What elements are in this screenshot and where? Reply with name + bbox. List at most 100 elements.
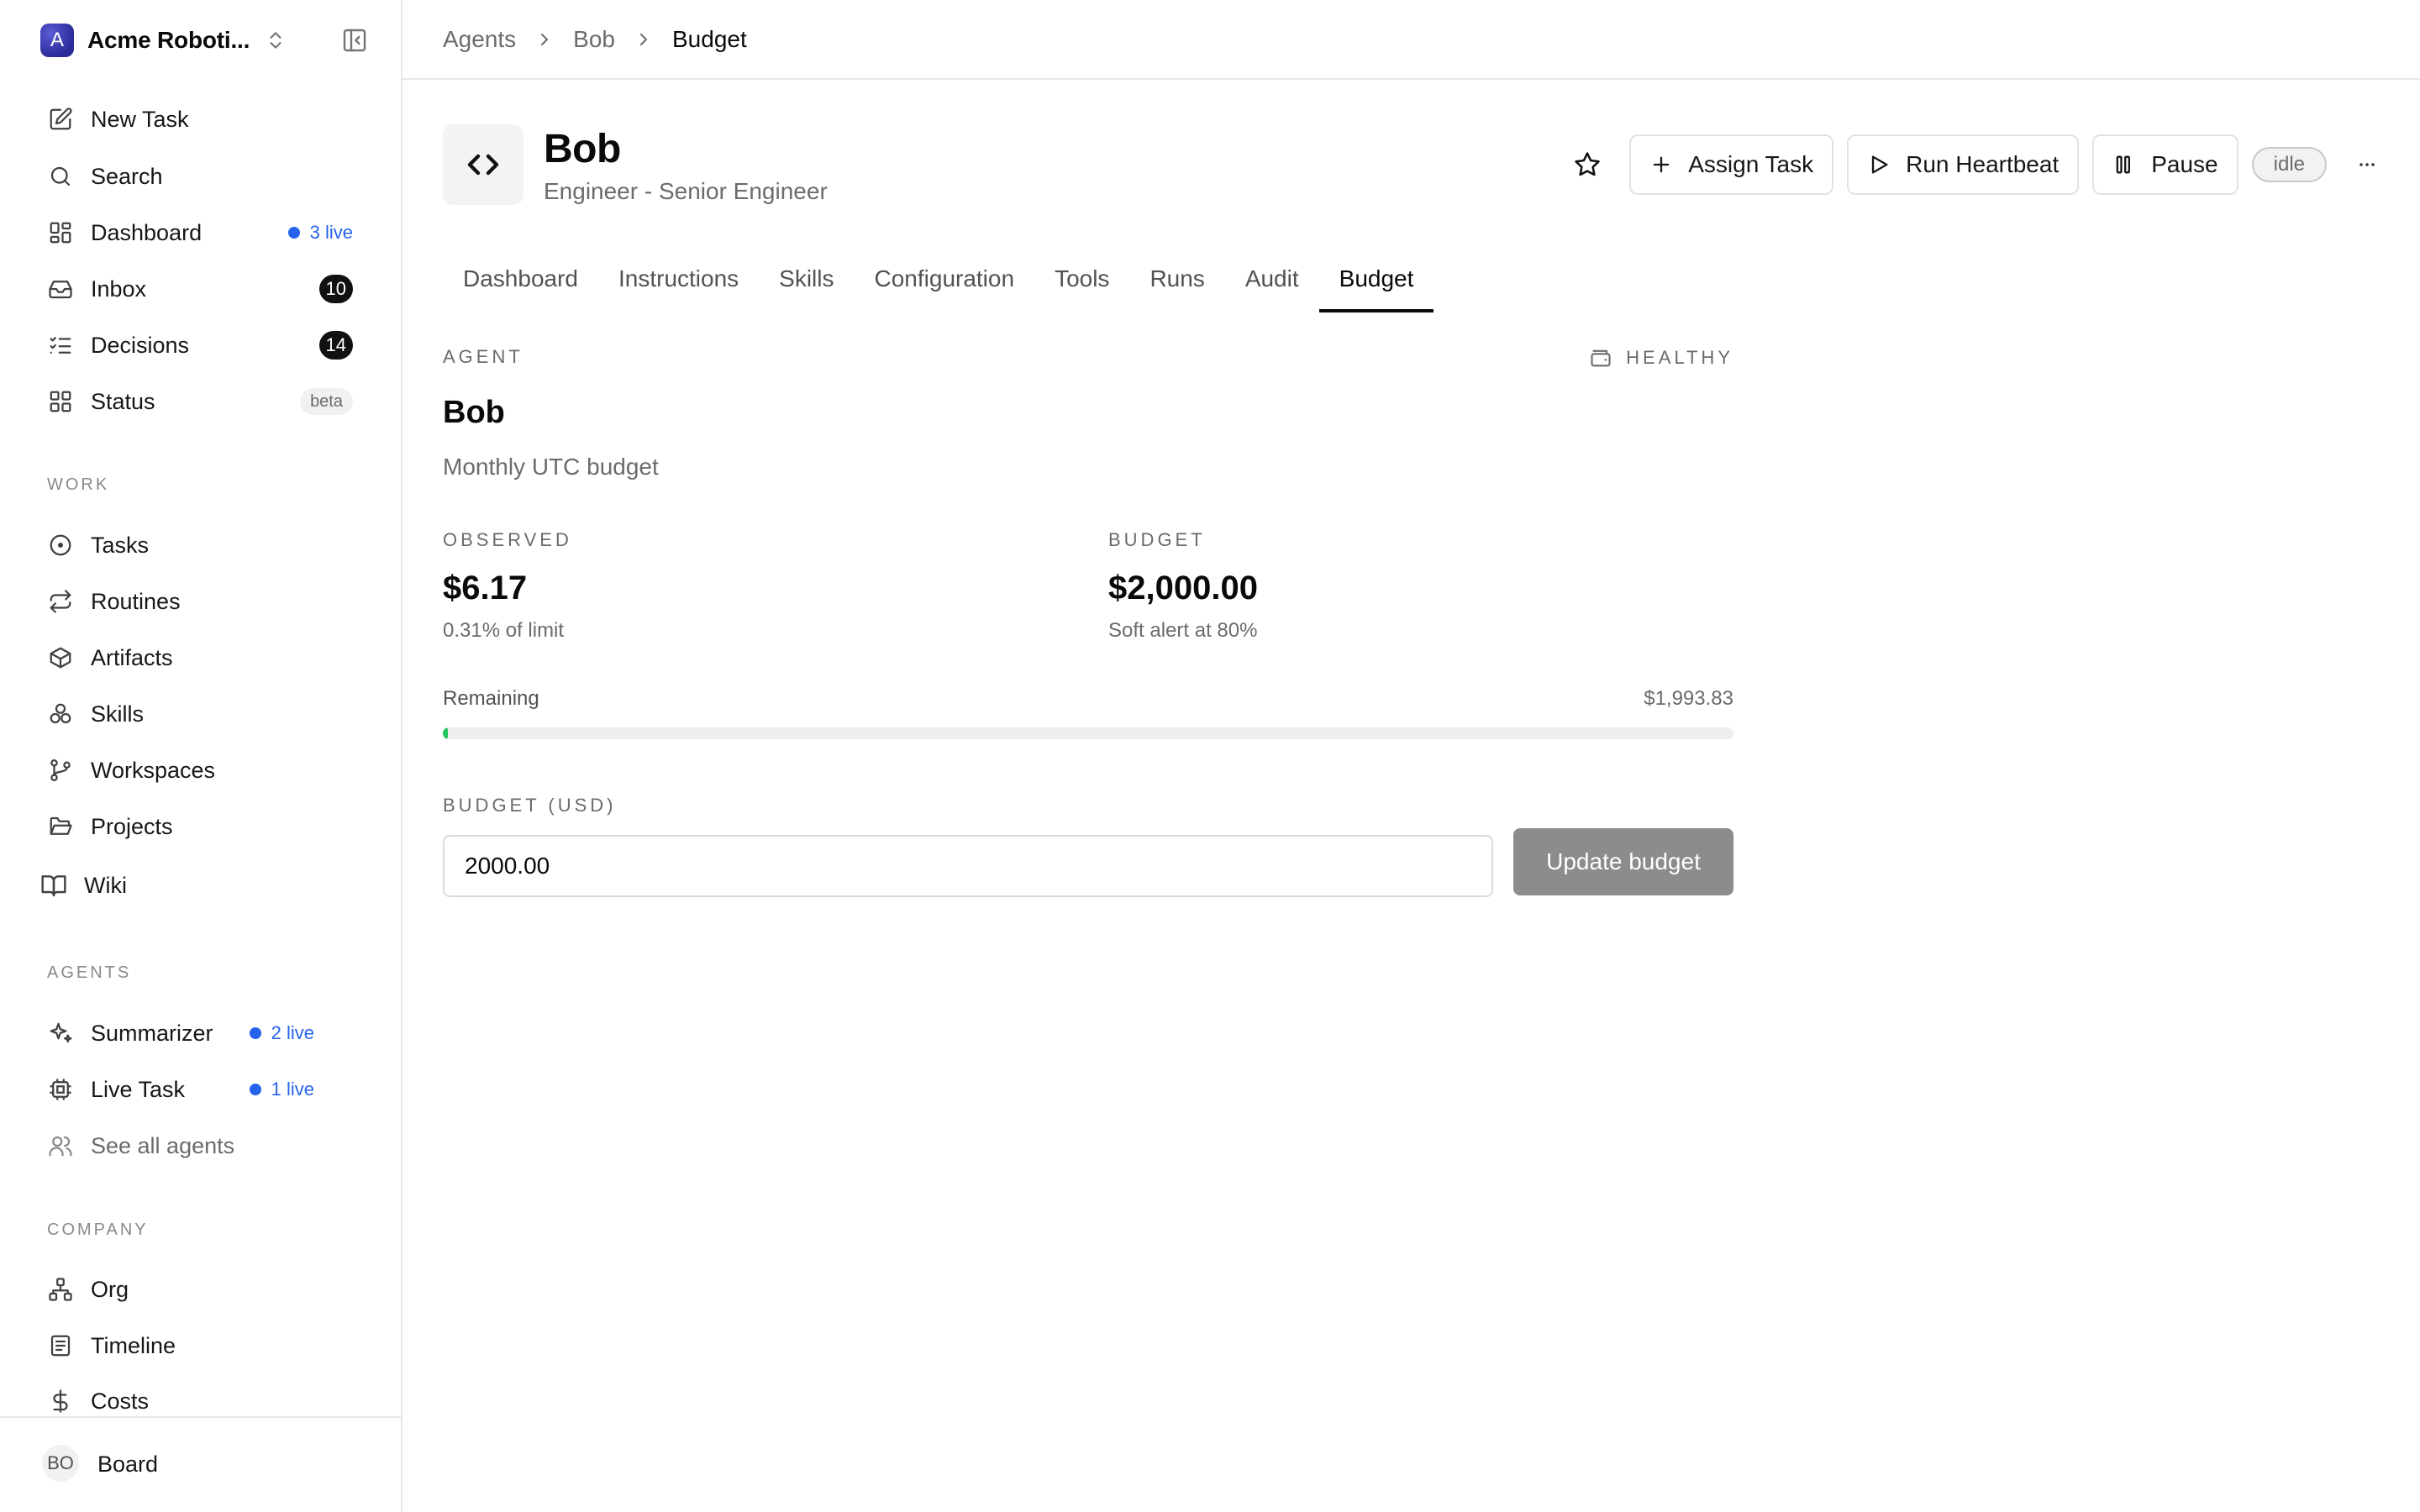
network-icon [47,1276,74,1303]
beta-badge: beta [300,388,353,415]
remaining-value: $1,993.83 [1644,687,1733,710]
user-avatar[interactable]: BO [42,1445,79,1482]
nav-inbox[interactable]: Inbox 10 [47,270,360,307]
nav-label: Dashboard [91,219,203,245]
health-label: HEALTHY [1626,347,1733,368]
plus-icon [1649,153,1673,176]
budget-field-label: BUDGET (USD) [443,795,617,816]
inbox-icon [47,276,74,302]
nav-decisions[interactable]: Decisions 14 [47,327,360,364]
section-label-company: COMPANY [47,1221,149,1239]
more-options-icon[interactable] [2350,155,2384,175]
pause-button[interactable]: Pause [2092,134,2238,195]
workspace-switcher[interactable]: A Acme Roboti... [40,24,368,57]
live-dot [249,1084,261,1095]
nav-label: Tasks [91,532,150,558]
observed-note: 0.31% of limit [443,619,565,642]
run-heartbeat-label: Run Heartbeat [1906,151,2060,177]
tab-budget[interactable]: Budget [1318,252,1434,312]
sparkles-icon [47,1020,74,1047]
star-icon [1575,152,1600,176]
chevrons-up-down-icon [265,29,287,51]
nav-artifacts[interactable]: Artifacts [47,639,360,676]
budget-progress-fill [443,727,448,739]
nav-label: Live Task [91,1076,186,1102]
circle-dot-icon [47,532,74,559]
assign-task-label: Assign Task [1688,151,1814,177]
section-label-agents: AGENTS [47,963,132,982]
nav-see-all-agents[interactable]: See all agents [47,1127,360,1164]
agent-tabs: Dashboard Instructions Skills Configurat… [443,252,1434,312]
tab-tools[interactable]: Tools [1034,252,1129,312]
nav-wiki[interactable]: Wiki [40,867,353,904]
user-name[interactable]: Board [97,1452,158,1478]
wallet-icon [1589,346,1612,370]
budget-progress-bar [443,727,1733,739]
file-text-icon [47,1332,74,1359]
nav-label: Decisions [91,332,190,358]
breadcrumb: Agents Bob Budget [402,0,2420,80]
remaining-label: Remaining [443,687,539,710]
repeat-icon [47,588,74,615]
observed-stat: OBSERVED $6.17 0.31% of limit [443,529,572,643]
sidebar-collapse-icon[interactable] [341,27,368,54]
nav-label: Timeline [91,1332,176,1358]
tab-instructions[interactable]: Instructions [598,252,759,312]
nav-workspaces[interactable]: Workspaces [47,752,360,789]
observed-label: OBSERVED [443,529,572,550]
tab-audit[interactable]: Audit [1225,252,1319,312]
users-icon [47,1132,74,1159]
sidebar: A Acme Roboti... New Task Search Dashboa… [0,0,402,1512]
nav-dashboard[interactable]: Dashboard 3 live [47,214,360,251]
nav-new-task[interactable]: New Task [47,101,360,138]
nav-org[interactable]: Org [47,1271,360,1308]
budget-scope-label: AGENT [443,346,523,367]
breadcrumb-bob[interactable]: Bob [573,26,615,53]
budget-note: Soft alert at 80% [1108,619,1258,642]
assign-task-button[interactable]: Assign Task [1629,134,1834,195]
breadcrumb-agents[interactable]: Agents [443,26,516,53]
budget-value: $2,000.00 [1108,570,1258,606]
nav-label: Skills [91,701,145,727]
update-budget-button[interactable]: Update budget [1513,828,1733,895]
pencil-square-icon [47,106,74,133]
agent-role: Engineer - Senior Engineer [544,178,828,204]
package-icon [47,644,74,671]
nav-status[interactable]: Status beta [47,383,360,420]
nav-skills[interactable]: Skills [47,696,360,732]
budget-amount-input[interactable] [443,835,1493,897]
nav-projects[interactable]: Projects [47,808,360,845]
nav-label: Search [91,163,163,189]
observed-value: $6.17 [443,570,528,606]
nav-label: Workspaces [91,757,216,783]
tab-runs[interactable]: Runs [1129,252,1224,312]
main-content: Agents Bob Budget Bob Engineer - Senior … [402,0,2420,1512]
run-heartbeat-button[interactable]: Run Heartbeat [1847,134,2080,195]
remaining-row: Remaining $1,993.83 [443,687,1733,711]
nav-routines[interactable]: Routines [47,583,360,620]
nav-agent-live-task[interactable]: Live Task 1 live [47,1071,321,1108]
tab-dashboard[interactable]: Dashboard [443,252,598,312]
nav-tasks[interactable]: Tasks [47,527,360,564]
favorite-button[interactable] [1562,139,1612,190]
live-dot [249,1027,261,1039]
nav-costs[interactable]: Costs [47,1383,360,1420]
nav-search[interactable]: Search [47,158,360,195]
nav-label: Inbox [91,276,147,302]
dollar-icon [47,1388,74,1415]
nav-agent-summarizer[interactable]: Summarizer 2 live [47,1015,321,1052]
nav-timeline[interactable]: Timeline [47,1327,360,1364]
code-icon [443,124,523,205]
live-count: 3 live [309,222,353,243]
nav-label: Wiki [84,872,127,898]
tab-configuration[interactable]: Configuration [855,252,1035,312]
tab-skills[interactable]: Skills [759,252,854,312]
nav-label: New Task [91,106,189,132]
nav-label: Routines [91,588,181,614]
git-branch-icon [47,757,74,784]
inbox-count-badge: 10 [318,275,353,303]
health-status: HEALTHY [1589,346,1733,370]
budget-subtitle: Monthly UTC budget [443,454,659,480]
budget-label: BUDGET [1108,529,1206,550]
book-open-icon [40,872,67,899]
